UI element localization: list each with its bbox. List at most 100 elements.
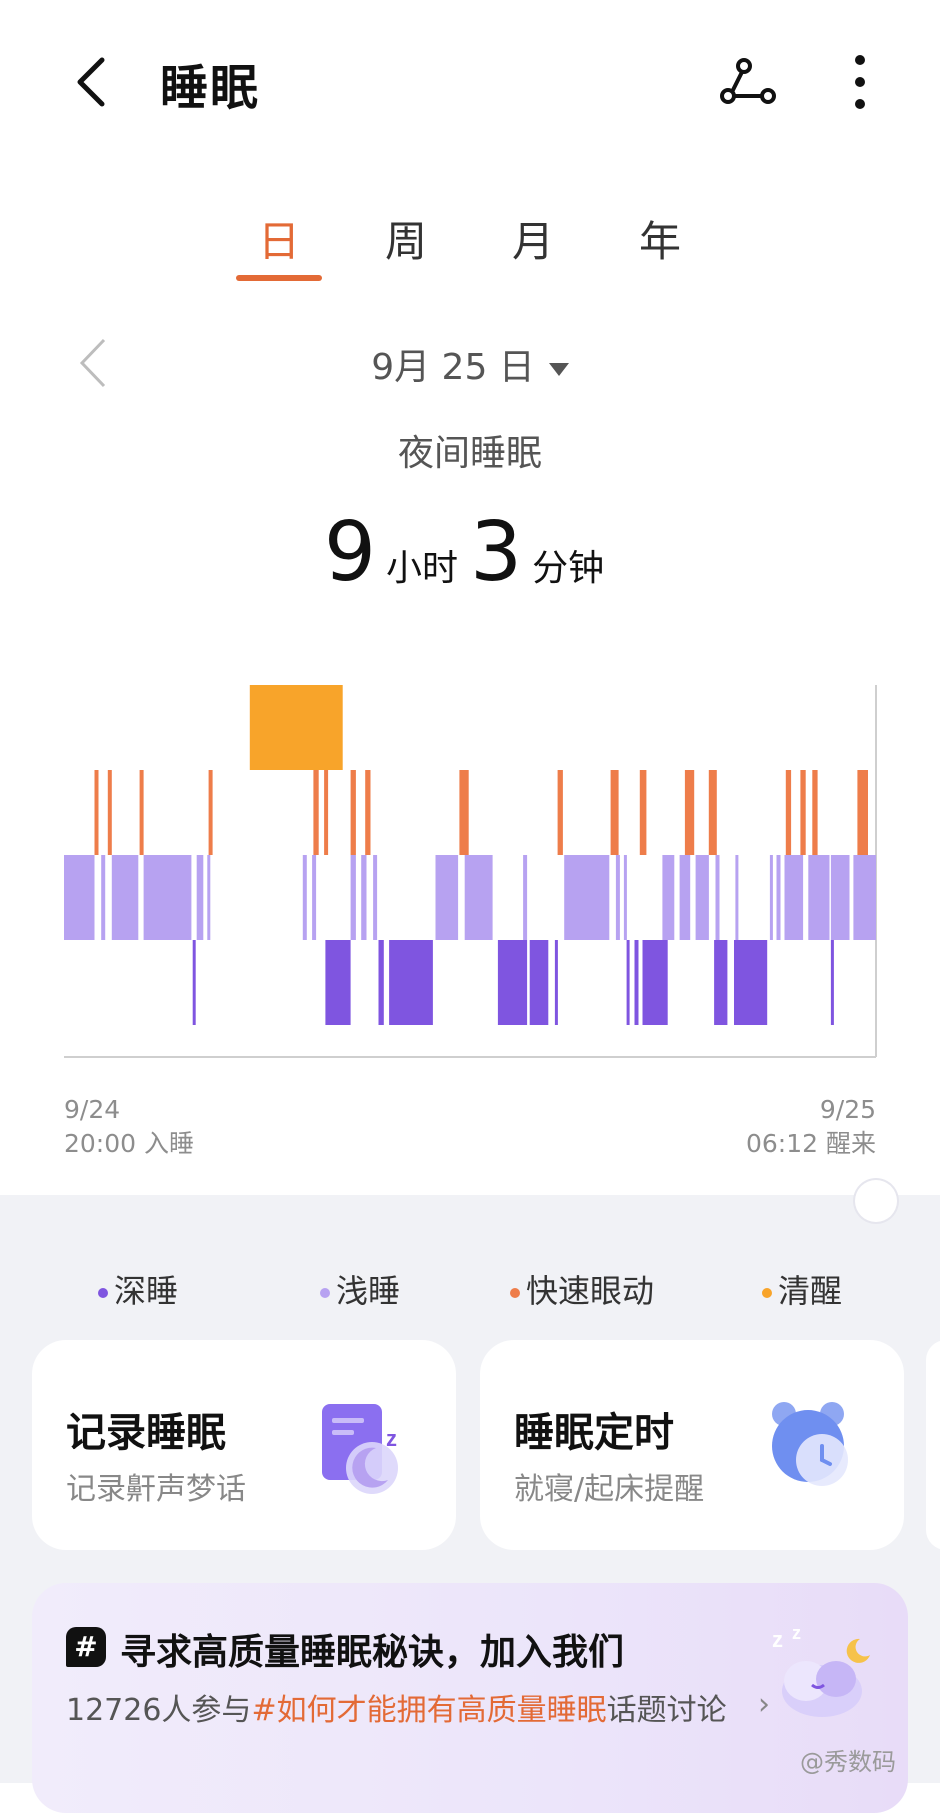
more-vertical-icon	[855, 55, 865, 109]
light-sleep-segment	[715, 855, 720, 940]
tab-indicator	[236, 275, 322, 281]
community-banner[interactable]: # 寻求高质量睡眠秘诀，加入我们 12726人参与#如何才能拥有高质量睡眠话题讨…	[32, 1583, 908, 1813]
light-sleep-segment	[312, 855, 317, 940]
light-sleep-segment	[350, 855, 356, 940]
record-sleep-card[interactable]: 记录睡眠 记录鼾声梦话 z	[32, 1340, 456, 1550]
svg-text:z: z	[386, 1426, 397, 1451]
duration-minutes-unit: 分钟	[532, 548, 605, 589]
rem-segment	[610, 770, 619, 855]
scroll-handle[interactable]	[855, 1180, 897, 1222]
legend-dot	[98, 1288, 108, 1298]
legend-dot	[320, 1288, 330, 1298]
deep-sleep-segment	[529, 940, 549, 1025]
svg-text:z: z	[792, 1623, 801, 1643]
sleep-stage-chart[interactable]	[0, 660, 940, 1060]
more-options-button[interactable]	[836, 50, 884, 114]
chevron-left-icon	[79, 338, 106, 388]
tab-day[interactable]: 日	[219, 208, 339, 269]
deep-sleep-segment	[734, 940, 768, 1025]
deep-sleep-segment	[830, 940, 834, 1025]
deep-sleep-segment	[325, 940, 351, 1025]
light-sleep-segment	[735, 855, 739, 940]
date-selector[interactable]: 9月 25 日	[300, 338, 640, 390]
awake-segment	[249, 685, 343, 770]
rem-segment	[708, 770, 717, 855]
rem-segment	[313, 770, 319, 855]
light-sleep-segment	[830, 855, 850, 940]
legend-dot	[762, 1288, 772, 1298]
deep-sleep-segment	[389, 940, 433, 1025]
sleep-duration: 9 小时 3 分钟	[0, 505, 940, 600]
light-sleep-segment	[679, 855, 691, 940]
light-sleep-segment	[64, 855, 95, 940]
sleep-record-icon: z	[322, 1404, 398, 1494]
legend-label: 清醒	[778, 1272, 843, 1310]
legend-label: 深睡	[114, 1272, 179, 1310]
rem-segment	[350, 770, 356, 855]
deep-sleep-segment	[714, 940, 728, 1025]
next-card-peek[interactable]	[926, 1340, 940, 1550]
light-sleep-segment	[564, 855, 610, 940]
light-sleep-segment	[302, 855, 307, 940]
rem-segment	[684, 770, 695, 855]
rem-segment	[208, 770, 213, 855]
axis-start-label: 9/24 20:00 入睡	[64, 1093, 194, 1161]
light-sleep-segment	[776, 855, 781, 940]
legend-dot	[510, 1288, 520, 1298]
banner-topic-link[interactable]: #如何才能拥有高质量睡眠	[251, 1693, 606, 1728]
axis-start-date: 9/24	[64, 1095, 121, 1124]
hashtag-icon: #	[66, 1627, 106, 1667]
card-title: 记录睡眠	[66, 1410, 226, 1456]
banner-subtitle: 12726人参与#如何才能拥有高质量睡眠话题讨论	[66, 1685, 727, 1729]
rem-segment	[639, 770, 647, 855]
light-sleep-segment	[143, 855, 192, 940]
axis-end-date: 9/25	[819, 1095, 876, 1124]
light-sleep-segment	[373, 855, 378, 940]
share-icon	[720, 58, 776, 104]
previous-day-button[interactable]	[74, 334, 114, 392]
page-title: 睡眠	[160, 60, 261, 116]
svg-text:z: z	[772, 1627, 783, 1652]
duration-minutes: 3	[470, 505, 523, 600]
tab-month[interactable]: 月	[473, 208, 593, 269]
rem-segment	[459, 770, 469, 855]
deep-sleep-segment	[626, 940, 630, 1025]
sleep-timer-card[interactable]: 睡眠定时 就寝/起床提醒	[480, 1340, 904, 1550]
rem-segment	[557, 770, 563, 855]
deep-sleep-segment	[634, 940, 639, 1025]
caret-down-icon	[548, 362, 569, 376]
light-sleep-segment	[207, 855, 211, 940]
light-sleep-segment	[101, 855, 106, 940]
alarm-clock-icon	[772, 1402, 848, 1486]
back-button[interactable]	[62, 50, 126, 114]
legend-label: 快速眼动	[526, 1272, 655, 1310]
axis-start-time: 20:00 入睡	[64, 1129, 194, 1158]
light-sleep-segment	[695, 855, 709, 940]
banner-suffix: 话题讨论	[606, 1693, 727, 1728]
light-sleep-segment	[623, 855, 627, 940]
axis-end-time: 06:12 醒来	[746, 1129, 876, 1158]
rem-segment	[94, 770, 99, 855]
tab-week[interactable]: 周	[346, 208, 466, 269]
card-title: 睡眠定时	[514, 1410, 674, 1456]
light-sleep-segment	[361, 855, 367, 940]
light-sleep-segment	[615, 855, 620, 940]
light-sleep-segment	[464, 855, 493, 940]
sleep-session-label: 夜间睡眠	[397, 433, 542, 474]
legend-light: 浅睡	[320, 1266, 400, 1312]
light-sleep-segment	[111, 855, 139, 940]
duration-hours-unit: 小时	[385, 548, 458, 589]
deep-sleep-segment	[497, 940, 528, 1025]
light-sleep-segment	[196, 855, 204, 940]
chevron-left-icon	[77, 57, 105, 107]
rem-segment	[107, 770, 112, 855]
rem-segment	[324, 770, 329, 855]
share-button[interactable]	[716, 50, 780, 114]
legend-rem: 快速眼动	[510, 1266, 654, 1312]
card-subtitle: 记录鼾声梦话	[66, 1472, 246, 1507]
sleeping-cloud-icon: z z	[772, 1623, 870, 1717]
tab-year[interactable]: 年	[600, 208, 720, 269]
light-sleep-segment	[523, 855, 528, 940]
light-sleep-segment	[784, 855, 804, 940]
deep-sleep-segment	[642, 940, 668, 1025]
